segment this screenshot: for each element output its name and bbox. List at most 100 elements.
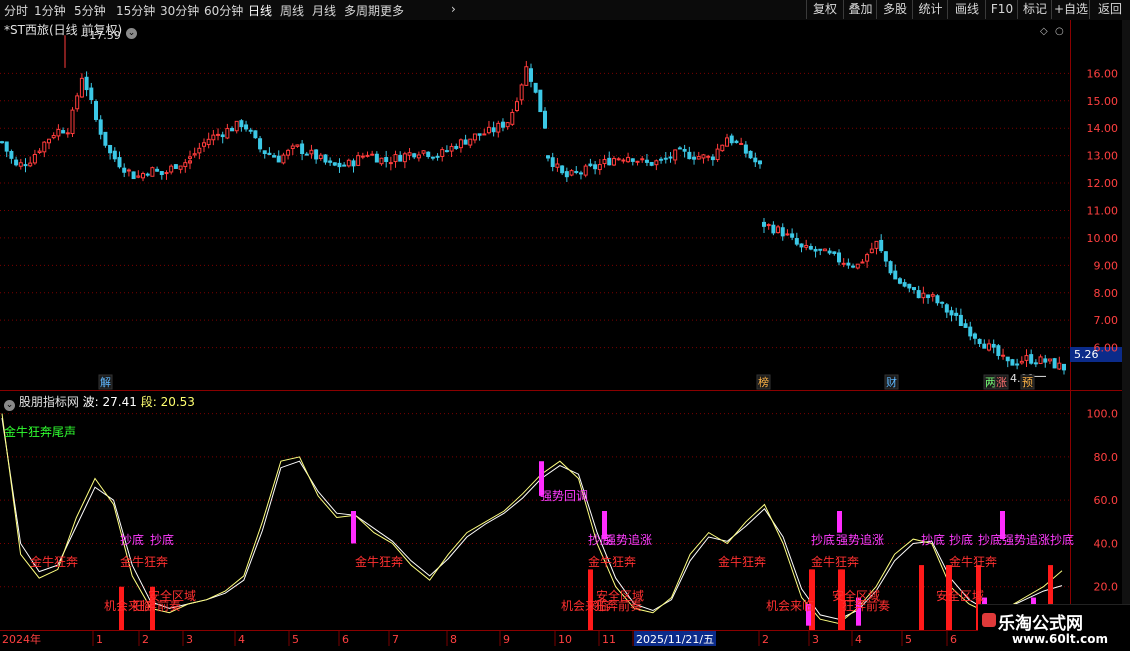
candle-body-75 bbox=[346, 159, 351, 167]
period-tab-4[interactable]: 30分钟 bbox=[160, 2, 199, 19]
candle-body-26 bbox=[122, 167, 127, 173]
dropdown-circle-icon[interactable]: ⌄ bbox=[125, 28, 137, 39]
candle-body-63 bbox=[290, 145, 295, 150]
toolbar-button-2[interactable]: 多股 bbox=[876, 0, 913, 19]
candle-body-16 bbox=[75, 95, 80, 110]
candle-body-140 bbox=[649, 161, 654, 166]
candle-body-192 bbox=[893, 270, 898, 280]
toolbar-button-5[interactable]: F10 bbox=[985, 0, 1018, 19]
candle-body-18 bbox=[84, 76, 89, 91]
period-tab-6[interactable]: 日线 bbox=[248, 2, 272, 19]
period-tab-5[interactable]: 60分钟 bbox=[204, 2, 243, 19]
candle-body-103 bbox=[477, 133, 482, 136]
candle-body-129 bbox=[597, 164, 602, 171]
main-y-tick-7: 9.00 bbox=[1094, 259, 1119, 272]
candle-body-138 bbox=[640, 158, 645, 161]
candle-body-139 bbox=[644, 159, 649, 163]
candle-body-100 bbox=[463, 139, 468, 145]
period-tab-0[interactable]: 分时 bbox=[4, 2, 28, 19]
candle-body-22 bbox=[103, 131, 108, 146]
event-marker-1: 榜 bbox=[758, 375, 769, 389]
candle-body-107 bbox=[496, 122, 501, 133]
period-tab-8[interactable]: 月线 bbox=[312, 2, 336, 19]
toolbar-button-7[interactable]: +自选 bbox=[1051, 0, 1090, 19]
signal-label-11: 金牛狂奔 bbox=[588, 554, 636, 569]
main-y-tick-1: 15.00 bbox=[1087, 95, 1119, 108]
candle-body-157 bbox=[729, 135, 734, 144]
indicator-title[interactable]: 股朋指标网 bbox=[19, 395, 79, 409]
candle-body-25 bbox=[117, 157, 122, 168]
event-marker-3: 两 bbox=[985, 376, 996, 389]
main-y-tick-0: 16.00 bbox=[1087, 67, 1119, 80]
candle-body-205 bbox=[954, 312, 959, 316]
candle-body-217 bbox=[1010, 359, 1015, 366]
candle-body-71 bbox=[328, 160, 333, 163]
candle-body-190 bbox=[883, 251, 888, 262]
candle-body-112 bbox=[519, 84, 524, 101]
candle-body-117 bbox=[543, 110, 547, 129]
candle-body-180 bbox=[837, 252, 841, 263]
signal-label-3: 金牛狂奔 bbox=[120, 554, 168, 569]
candle-body-27 bbox=[126, 169, 131, 172]
event-marker-4: 涨 bbox=[996, 376, 1007, 389]
candle-body-1 bbox=[4, 141, 9, 152]
watermark-url: www.60lt.com bbox=[1012, 632, 1109, 646]
toolbar-button-8[interactable]: 返回 bbox=[1089, 0, 1130, 19]
candle-body-224 bbox=[1043, 358, 1048, 363]
candle-body-172 bbox=[799, 243, 804, 248]
candle-body-52 bbox=[239, 120, 244, 128]
candle-body-203 bbox=[944, 304, 949, 313]
stock-title[interactable]: *ST西旅(日线 前复权) bbox=[4, 23, 122, 37]
candle-body-188 bbox=[874, 240, 879, 249]
date-label-3: 3 bbox=[186, 633, 193, 646]
candle-body-220 bbox=[1024, 355, 1029, 361]
candle-body-215 bbox=[1001, 354, 1006, 357]
candle-body-67 bbox=[309, 149, 314, 155]
period-tab-7[interactable]: 周线 bbox=[280, 2, 304, 19]
candle-body-171 bbox=[794, 238, 799, 245]
circle-outline-icon: ○ bbox=[1055, 26, 1064, 37]
candle-body-173 bbox=[804, 244, 809, 248]
signal-label-7: 金牛狂奔 bbox=[355, 554, 403, 569]
period-tab-2[interactable]: 5分钟 bbox=[74, 2, 106, 19]
candle-body-96 bbox=[444, 150, 449, 153]
candle-body-135 bbox=[626, 156, 631, 163]
toolbar-button-4[interactable]: 画线 bbox=[947, 0, 986, 19]
candle-body-183 bbox=[851, 265, 856, 268]
period-tab-10[interactable]: 更多 bbox=[380, 2, 404, 19]
toolbar-button-0[interactable]: 复权 bbox=[806, 0, 843, 19]
period-tab-1[interactable]: 1分钟 bbox=[34, 2, 66, 19]
candle-body-43 bbox=[197, 147, 202, 154]
toolbar-button-6[interactable]: 标记 bbox=[1017, 0, 1052, 19]
candle-body-109 bbox=[505, 122, 510, 128]
candle-body-4 bbox=[18, 162, 23, 167]
toolbar-button-3[interactable]: 统计 bbox=[912, 0, 948, 19]
candle-body-194 bbox=[902, 282, 907, 287]
candle-body-110 bbox=[510, 111, 515, 125]
candle-body-151 bbox=[701, 154, 706, 159]
candle-body-51 bbox=[234, 120, 239, 132]
candle-body-86 bbox=[398, 154, 403, 162]
period-tab-9[interactable]: 多周期 bbox=[344, 2, 380, 19]
candle-body-24 bbox=[112, 150, 117, 160]
main-y-tick-8: 8.00 bbox=[1094, 287, 1119, 300]
current-price-label: 5.26 bbox=[1074, 348, 1099, 361]
main-y-tick-4: 12.00 bbox=[1087, 177, 1119, 190]
candle-body-30 bbox=[141, 173, 145, 179]
candle-body-178 bbox=[827, 250, 832, 254]
candle-body-94 bbox=[435, 155, 440, 158]
period-tab-3[interactable]: 15分钟 bbox=[116, 2, 155, 19]
indicator-dropdown-icon[interactable]: ⌄ bbox=[4, 400, 15, 411]
candle-body-121 bbox=[560, 165, 565, 174]
date-label-1: 1 bbox=[96, 633, 103, 646]
indicator-y-tick-0: 100.0 bbox=[1087, 408, 1119, 421]
candle-body-142 bbox=[659, 158, 664, 161]
candle-body-64 bbox=[295, 144, 300, 147]
main-y-tick-5: 11.00 bbox=[1087, 204, 1119, 217]
watermark: 乐淘公式网 www.60lt.com bbox=[978, 604, 1130, 651]
candle-body-114 bbox=[528, 68, 533, 82]
candle-body-134 bbox=[621, 159, 626, 162]
toolbar-button-1[interactable]: 叠加 bbox=[843, 0, 877, 19]
more-arrow-icon[interactable]: › bbox=[451, 2, 456, 16]
candle-body-128 bbox=[593, 164, 598, 170]
